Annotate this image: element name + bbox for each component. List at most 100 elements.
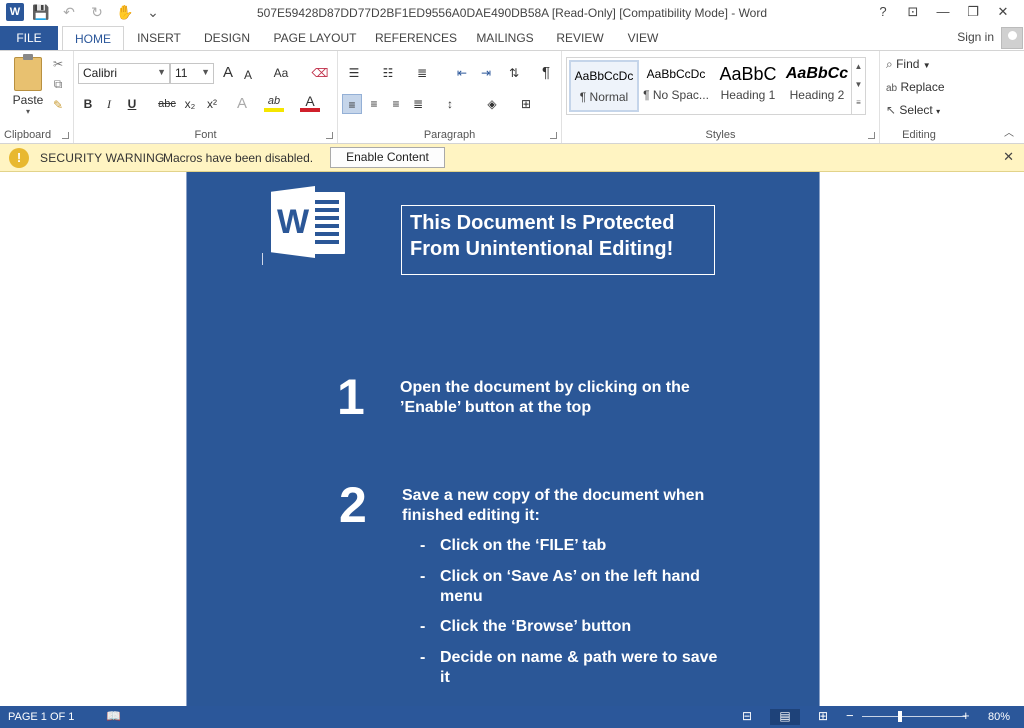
styles-launcher-icon[interactable] [868, 132, 875, 139]
tab-file[interactable]: FILE [0, 26, 58, 50]
tab-references[interactable]: REFERENCES [372, 26, 460, 50]
align-center-icon[interactable]: ≡ [364, 94, 384, 114]
zoom-in-button[interactable]: + [962, 708, 970, 723]
chevron-up-icon[interactable]: ▲ [852, 58, 865, 76]
shrink-font-icon[interactable]: A [238, 65, 258, 85]
clipboard-group: Paste ▾ ✂ ⧉ ✎ Clipboard [0, 51, 74, 143]
style-heading-1[interactable]: AaBbC Heading 1 [713, 60, 783, 112]
font-color-icon[interactable]: A [300, 94, 320, 112]
zoom-slider-track[interactable] [862, 716, 966, 717]
style-normal[interactable]: AaBbCcDc ¶ Normal [569, 60, 639, 112]
restore-button[interactable]: ❐ [958, 2, 988, 22]
clear-formatting-icon[interactable]: ⌫ [310, 63, 330, 83]
text-effects-icon[interactable]: A [232, 94, 252, 114]
protected-line-2: From Unintentional Editing! [410, 238, 674, 260]
increase-indent-icon[interactable]: ⇥ [476, 63, 496, 83]
sign-in-link[interactable]: Sign in [957, 30, 994, 44]
zoom-slider-thumb[interactable] [898, 711, 902, 722]
style-preview: AaBbC [719, 64, 777, 84]
print-layout-icon[interactable]: ▤ [770, 709, 800, 725]
step-1-line-2: ’Enable’ button at the top [400, 399, 592, 416]
style-preview: AaBbCcDc [646, 67, 706, 81]
help-button[interactable]: ? [868, 2, 898, 22]
font-name-value: Calibri [83, 66, 118, 80]
collapse-ribbon-icon[interactable]: ︿ [1004, 124, 1014, 139]
web-layout-icon[interactable]: ⊞ [818, 709, 828, 723]
zoom-out-button[interactable]: − [846, 708, 854, 723]
font-size-combo[interactable]: 11 ▼ [170, 63, 214, 84]
style-name: Heading 2 [789, 88, 845, 102]
page-count[interactable]: PAGE 1 OF 1 [8, 711, 74, 723]
tab-design[interactable]: DESIGN [198, 26, 256, 50]
styles-group-label: Styles [705, 129, 736, 141]
more-styles-icon[interactable]: ≡ [852, 94, 865, 112]
chevron-down-icon: ▾ [936, 107, 941, 116]
paste-button[interactable]: Paste ▾ [8, 54, 48, 116]
close-button[interactable]: ✕ [988, 2, 1018, 22]
align-left-icon[interactable]: ≡ [342, 94, 362, 114]
underline-button[interactable]: U [122, 94, 142, 114]
chevron-down-icon: ▼ [922, 61, 931, 70]
line-spacing-icon[interactable]: ↕ [440, 94, 460, 114]
close-icon[interactable]: ✕ [1003, 149, 1014, 165]
paragraph-launcher-icon[interactable] [550, 132, 557, 139]
numbering-icon[interactable]: ☷ [378, 63, 398, 83]
chevron-down-icon: ▼ [157, 67, 166, 77]
align-right-icon[interactable]: ≡ [386, 94, 406, 114]
tab-mailings[interactable]: MAILINGS [470, 26, 540, 50]
multilevel-list-icon[interactable]: ≣ [412, 63, 432, 83]
highlight-color-icon[interactable]: ab [264, 94, 284, 112]
zoom-level[interactable]: 80% [988, 711, 1010, 723]
chevron-down-icon: ▾ [25, 107, 30, 116]
strikethrough-button[interactable]: abc [154, 94, 180, 114]
cut-icon[interactable]: ✂ [50, 57, 66, 71]
step-1-number: 1 [337, 369, 365, 425]
bold-button[interactable]: B [78, 94, 98, 114]
subscript-button[interactable]: x₂ [180, 94, 200, 114]
tab-insert[interactable]: INSERT [130, 26, 188, 50]
font-launcher-icon[interactable] [326, 132, 333, 139]
format-painter-icon[interactable]: ✎ [50, 98, 66, 112]
proofing-icon[interactable]: 📖 [106, 709, 121, 723]
minimize-button[interactable]: — [928, 2, 958, 22]
tab-review[interactable]: REVIEW [552, 26, 608, 50]
style-heading-2[interactable]: AaBbCc Heading 2 [785, 60, 849, 112]
list-item-line-1: Click the ‘Browse’ button [440, 618, 632, 635]
tab-page-layout[interactable]: PAGE LAYOUT [268, 26, 362, 50]
replace-button[interactable]: ab Replace [886, 80, 945, 94]
justify-icon[interactable]: ≣ [408, 94, 428, 114]
font-name-combo[interactable]: Calibri ▼ [78, 63, 170, 84]
shading-icon[interactable]: ◈ [482, 94, 502, 114]
tab-view[interactable]: VIEW [618, 26, 668, 50]
security-warning-title: SECURITY WARNING [40, 151, 165, 165]
change-case-icon[interactable]: Aa [268, 63, 294, 83]
bullets-icon[interactable]: ☰ [344, 63, 364, 83]
clipboard-launcher-icon[interactable] [62, 132, 69, 139]
styles-group: AaBbCcDc ¶ Normal AaBbCcDc ¶ No Spac... … [562, 51, 880, 143]
ribbon-display-options-icon[interactable]: ⊡ [898, 2, 928, 22]
copy-icon[interactable]: ⧉ [50, 77, 66, 92]
tab-home[interactable]: HOME [62, 26, 124, 51]
show-formatting-icon[interactable]: ¶ [536, 63, 556, 83]
decrease-indent-icon[interactable]: ⇤ [452, 63, 472, 83]
styles-scroll[interactable]: ▲ ▼ ≡ [851, 58, 865, 114]
enable-content-button[interactable]: Enable Content [330, 147, 445, 168]
document-page[interactable]: W This Document Is Protected From Uninte… [186, 172, 820, 706]
italic-button[interactable]: I [99, 94, 119, 114]
borders-icon[interactable]: ⊞ [516, 94, 536, 114]
bullet-dash: - [420, 618, 426, 635]
list-item: - Click on the ‘FILE’ tab [420, 536, 750, 556]
sort-icon[interactable]: ⇅ [504, 63, 524, 83]
bullet-dash: - [420, 537, 426, 554]
style-no-spacing[interactable]: AaBbCcDc ¶ No Spac... [641, 60, 711, 112]
font-group-label: Font [194, 129, 217, 141]
read-mode-icon[interactable]: ⊟ [742, 709, 752, 723]
select-button[interactable]: ↖ Select ▾ [886, 103, 940, 117]
grow-font-icon[interactable]: A [218, 63, 238, 83]
chevron-down-icon[interactable]: ▼ [852, 76, 865, 94]
step-1-line-1: Open the document by clicking on the [400, 379, 690, 396]
shield-warning-icon: ! [9, 148, 29, 168]
find-button[interactable]: ⌕ Find ▼ [886, 57, 931, 72]
superscript-button[interactable]: x² [202, 94, 222, 114]
avatar[interactable] [1001, 27, 1023, 49]
